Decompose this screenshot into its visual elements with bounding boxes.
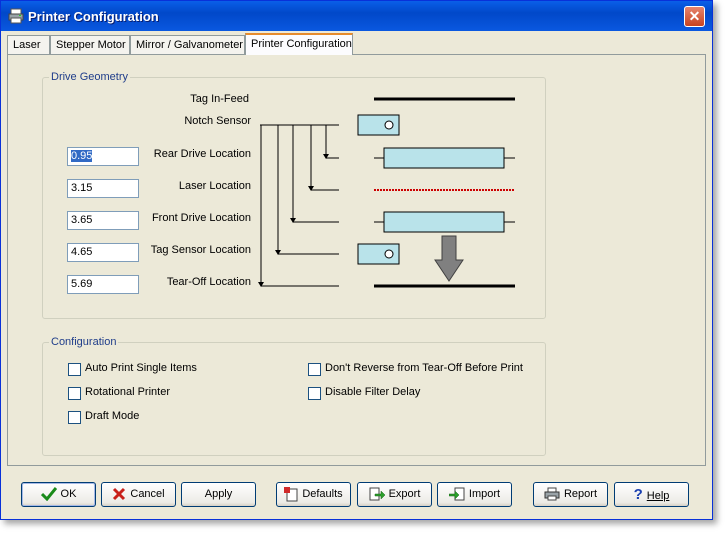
title-bar[interactable]: Printer Configuration ✕ xyxy=(1,1,712,31)
tab-mirror-galvanometer[interactable]: Mirror / Galvanometer xyxy=(130,35,245,54)
configuration-group: Configuration Auto Print Single Items Ro… xyxy=(42,336,546,456)
rotational-printer-label: Rotational Printer xyxy=(85,386,170,398)
help-button[interactable]: ? Help xyxy=(614,482,689,507)
cancel-button[interactable]: Cancel xyxy=(101,482,176,507)
defaults-document-icon xyxy=(284,486,298,502)
dont-reverse-label: Don't Reverse from Tear-Off Before Print xyxy=(325,362,523,374)
configuration-label: Configuration xyxy=(49,336,119,348)
printer-config-window: Printer Configuration ✕ Laser Stepper Mo… xyxy=(0,0,713,520)
dont-reverse-checkbox[interactable] xyxy=(308,363,321,376)
auto-print-checkbox[interactable] xyxy=(68,363,81,376)
ok-button[interactable]: OK xyxy=(21,482,96,507)
checkmark-icon xyxy=(40,487,57,502)
close-icon: ✕ xyxy=(688,8,701,24)
printer-app-icon xyxy=(8,8,24,24)
window-title: Printer Configuration xyxy=(28,9,159,24)
export-icon xyxy=(369,487,385,501)
auto-print-label: Auto Print Single Items xyxy=(85,362,197,374)
feed-direction-arrow xyxy=(434,235,464,282)
drive-geometry-diagram xyxy=(258,97,515,288)
import-button[interactable]: Import xyxy=(437,482,512,507)
rear-drive-roller xyxy=(383,147,505,169)
cancel-x-icon xyxy=(113,488,126,501)
drive-geometry-group: Drive Geometry Tag In-Feed Notch Sensor … xyxy=(42,71,546,319)
import-icon xyxy=(448,487,465,501)
draft-mode-label: Draft Mode xyxy=(85,410,140,422)
help-question-icon: ? xyxy=(633,486,643,503)
close-button[interactable]: ✕ xyxy=(684,6,705,27)
tab-panel: Drive Geometry Tag In-Feed Notch Sensor … xyxy=(7,54,706,466)
draft-mode-checkbox[interactable] xyxy=(68,411,81,424)
disable-filter-delay-checkbox[interactable] xyxy=(308,387,321,400)
defaults-button[interactable]: Defaults xyxy=(276,482,351,507)
apply-button[interactable]: Apply xyxy=(181,482,256,507)
export-button[interactable]: Export xyxy=(357,482,432,507)
disable-filter-delay-label: Disable Filter Delay xyxy=(325,386,421,398)
printer-icon xyxy=(544,487,560,501)
tab-stepper-motor[interactable]: Stepper Motor xyxy=(50,35,130,54)
tab-laser[interactable]: Laser xyxy=(7,35,50,54)
front-drive-roller xyxy=(383,211,505,233)
rotational-printer-checkbox[interactable] xyxy=(68,387,81,400)
tab-printer-configuration[interactable]: Printer Configuration xyxy=(245,33,353,55)
report-button[interactable]: Report xyxy=(533,482,608,507)
